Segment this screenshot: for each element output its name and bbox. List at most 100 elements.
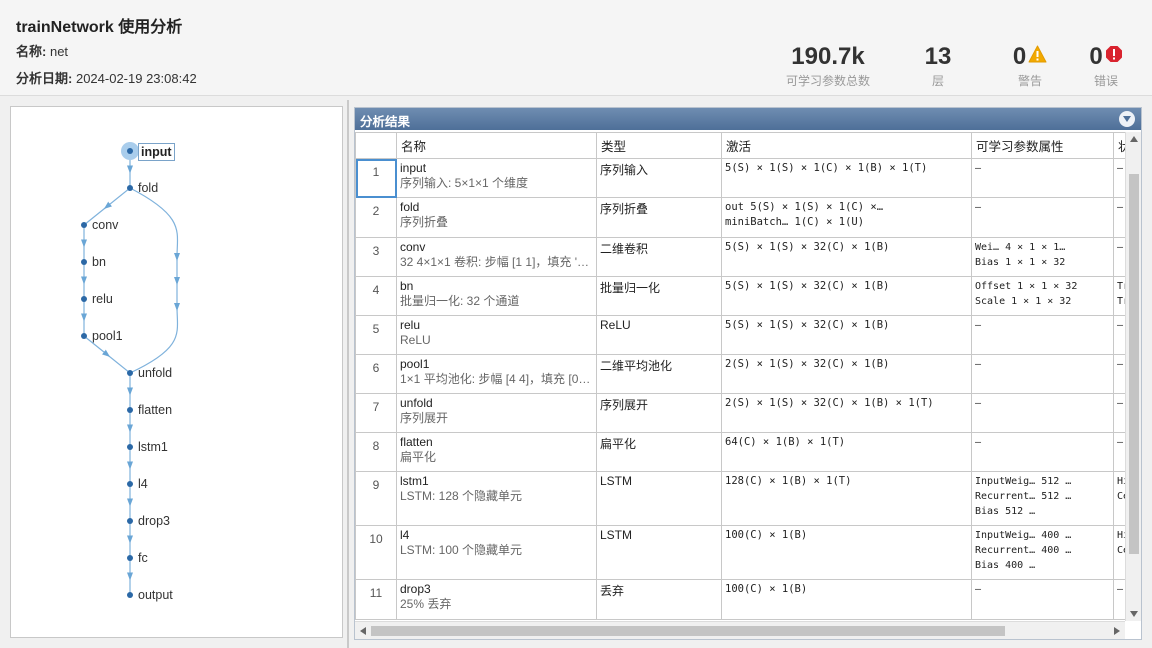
column-header-2[interactable]: 类型 — [596, 132, 722, 159]
activations-cell-line: 5(S) × 1(S) × 32(C) × 1(B) — [725, 280, 890, 292]
layer-graph-panel[interactable]: input fold conv bn relu pool1 unfold flatten lst… — [10, 106, 343, 638]
error-icon — [1105, 42, 1123, 70]
activations-cell: 5(S) × 1(S) × 32(C) × 1(B) — [721, 237, 972, 277]
learnable-params-cell: – — [971, 158, 1114, 198]
graph-node-label-pool1[interactable]: pool1 — [92, 328, 123, 344]
graph-node-label-fold[interactable]: fold — [138, 180, 158, 196]
network-name-row: 名称: net — [16, 41, 68, 60]
row-index: 5 — [355, 315, 397, 355]
learnable-params-cell-line: – — [975, 202, 982, 213]
graph-node-label-bn[interactable]: bn — [92, 254, 106, 270]
vertical-scroll-thumb[interactable] — [1129, 174, 1139, 554]
graph-node-output[interactable] — [127, 592, 133, 598]
table-row[interactable]: 7 unfold 序列展开 序列展开 2(S) × 1(S) × 32(C) × 1(B… — [355, 393, 1125, 433]
analysis-date-row: 分析日期: 2024-02-19 23:08:42 — [16, 68, 197, 87]
table-row[interactable]: 8 flatten 扁平化 扁平化 64(C) × 1(B) × 1(T) – – — [355, 432, 1125, 472]
graph-node-label-lstm1[interactable]: lstm1 — [138, 439, 168, 455]
activations-cell: 64(C) × 1(B) × 1(T) — [721, 432, 972, 472]
table-row[interactable]: 9 lstm1 LSTM: 128 个隐藏单元 LSTM 128(C) × 1(B) ×… — [355, 471, 1125, 526]
scroll-up-arrow-icon[interactable] — [1130, 136, 1138, 142]
activations-cell-line: 5(S) × 1(S) × 1(C) × 1(B) × 1(T) — [725, 162, 928, 174]
table-row[interactable]: 1 input 序列输入: 5×1×1 个维度 序列输入 5(S) × 1(S) × 1… — [355, 158, 1125, 198]
states-cell-line: – — [1117, 359, 1124, 370]
learnable-params-cell: – — [971, 432, 1114, 472]
learnable-params-cell-line: Scale 1 × 1 × 32 — [975, 296, 1072, 307]
layers-value: 13 — [924, 43, 952, 70]
layer-name-cell: lstm1 LSTM: 128 个隐藏单元 — [396, 471, 597, 526]
activations-cell: 100(C) × 1(B) — [721, 525, 972, 580]
graph-node-label-output[interactable]: output — [138, 587, 173, 603]
layer-type-cell: 二维平均池化 — [596, 354, 722, 394]
scroll-right-arrow-icon[interactable] — [1114, 627, 1120, 635]
graph-node-bn[interactable] — [81, 259, 87, 265]
graph-node-label-relu[interactable]: relu — [92, 291, 113, 307]
activations-cell: 128(C) × 1(B) × 1(T) — [721, 471, 972, 526]
horizontal-scroll-thumb[interactable] — [371, 626, 1005, 636]
scroll-left-arrow-icon[interactable] — [360, 627, 366, 635]
graph-node-label-unfold[interactable]: unfold — [138, 365, 172, 381]
graph-node-label-l4[interactable]: l4 — [138, 476, 148, 492]
layer-description: 批量归一化: 32 个通道 — [400, 294, 520, 308]
graph-node-label-conv[interactable]: conv — [92, 217, 118, 233]
layer-description: 序列输入: 5×1×1 个维度 — [400, 176, 529, 190]
errors-stat[interactable]: 0 错误 — [1078, 43, 1134, 89]
graph-node-flatten[interactable] — [127, 407, 133, 413]
column-header-3[interactable]: 激活 — [721, 132, 972, 159]
table-row[interactable]: 11 drop3 25% 丢弃 丢弃 100(C) × 1(B) – – — [355, 579, 1125, 620]
states-cell-line: Ce — [1117, 491, 1125, 502]
graph-node-relu[interactable] — [81, 296, 87, 302]
learnable-params-cell-line: – — [975, 359, 982, 370]
graph-node-pool1[interactable] — [81, 333, 87, 339]
collapse-button[interactable] — [1119, 111, 1135, 127]
graph-node-label-flatten[interactable]: flatten — [138, 402, 172, 418]
graph-node-label-input[interactable]: input — [138, 143, 175, 161]
graph-node-unfold[interactable] — [127, 370, 133, 376]
graph-node-conv[interactable] — [81, 222, 87, 228]
graph-node-drop3[interactable] — [127, 518, 133, 524]
graph-node-l4[interactable] — [127, 481, 133, 487]
states-cell-line: Ce — [1117, 545, 1125, 556]
layer-name-cell: fold 序列折叠 — [396, 197, 597, 238]
column-header-4[interactable]: 可学习参数属性 — [971, 132, 1114, 159]
column-header-0[interactable] — [355, 132, 397, 159]
column-header-1[interactable]: 名称 — [396, 132, 597, 159]
states-cell-line: – — [1117, 437, 1124, 448]
graph-node-fc[interactable] — [127, 555, 133, 561]
layer-name-cell: flatten 扁平化 — [396, 432, 597, 472]
layer-type-cell: 扁平化 — [596, 432, 722, 472]
layer-description: 序列折叠 — [400, 215, 449, 229]
row-index: 10 — [355, 525, 397, 580]
horizontal-scrollbar[interactable] — [355, 621, 1125, 639]
table-row[interactable]: 10 l4 LSTM: 100 个隐藏单元 LSTM 100(C) × 1(B) Inpu… — [355, 525, 1125, 580]
column-header-5[interactable]: 状 — [1113, 132, 1125, 159]
layer-name-cell: unfold 序列展开 — [396, 393, 597, 433]
graph-node-label-drop3[interactable]: drop3 — [138, 513, 170, 529]
table-row[interactable]: 5 relu ReLU ReLU 5(S) × 1(S) × 32(C) × 1(B) –… — [355, 315, 1125, 355]
graph-node-lstm1[interactable] — [127, 444, 133, 450]
layer-type-cell: LSTM — [596, 471, 722, 526]
layer-type-cell: 序列折叠 — [596, 197, 722, 238]
activations-cell-line: 100(C) × 1(B) — [725, 583, 808, 595]
analysis-date-key: 分析日期: — [16, 71, 73, 86]
learnable-params-cell-line: InputWeig… 400 … — [975, 530, 1072, 541]
layer-type-cell: 批量归一化 — [596, 276, 722, 316]
table-row[interactable]: 2 fold 序列折叠 序列折叠 out 5(S) × 1(S) × 1(C) ×… mi… — [355, 197, 1125, 238]
activations-cell: 5(S) × 1(S) × 32(C) × 1(B) — [721, 315, 972, 355]
results-table-viewport[interactable]: 名称类型激活可学习参数属性状 1input序列输入: 5×1×1 个维度序列输入… — [355, 132, 1125, 621]
layer-name: unfold — [400, 396, 433, 410]
layer-graph-canvas[interactable] — [11, 107, 342, 637]
learnable-params-value: 190.7k — [791, 43, 865, 70]
warnings-stat[interactable]: 0 警告 — [1002, 43, 1058, 89]
layer-name: relu — [400, 318, 421, 332]
warnings-value: 0 — [1012, 43, 1027, 70]
vertical-scrollbar[interactable] — [1125, 132, 1141, 621]
learnable-params-cell-line: Bias 400 … — [975, 560, 1036, 571]
table-row[interactable]: 3 conv 32 4×1×1 卷积: 步幅 [1 1]，填充 '… 二维卷积 5(S)… — [355, 237, 1125, 277]
scroll-down-arrow-icon[interactable] — [1130, 611, 1138, 617]
graph-node-label-fc[interactable]: fc — [138, 550, 148, 566]
graph-node-fold[interactable] — [127, 185, 133, 191]
panel-splitter[interactable] — [347, 100, 349, 648]
table-row[interactable]: 6 pool1 1×1 平均池化: 步幅 [4 4]，填充 [0… 二维平均池化 2(S… — [355, 354, 1125, 394]
table-row[interactable]: 4 bn 批量归一化: 32 个通道 批量归一化 5(S) × 1(S) × 32(C)… — [355, 276, 1125, 316]
graph-node-input[interactable] — [127, 148, 133, 154]
